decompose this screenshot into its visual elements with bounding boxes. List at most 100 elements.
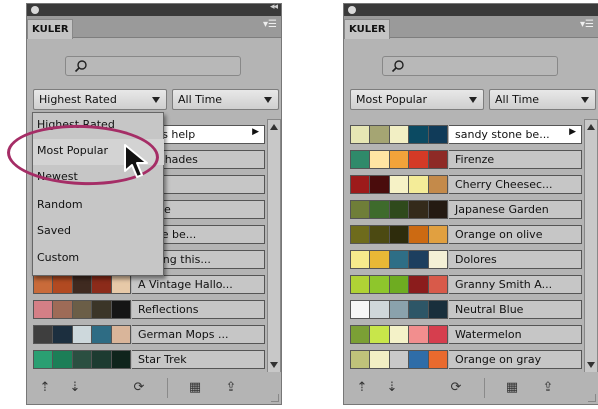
color-swatch (34, 276, 54, 293)
color-swatch (428, 326, 448, 343)
resize-grip[interactable] (588, 394, 596, 402)
theme-name: Japanese Garden (449, 200, 582, 219)
upload-icon[interactable]: ⇪ (540, 380, 556, 396)
color-swatch (370, 201, 390, 218)
panel-menu-icon[interactable]: ▾☰ (580, 19, 594, 30)
chevron-down-icon (581, 97, 589, 103)
chevron-down-icon (469, 97, 477, 103)
theme-swatches (350, 175, 448, 194)
theme-row[interactable]: Neutral Blue (350, 300, 582, 319)
move-up-icon[interactable]: ⇡ (37, 380, 53, 396)
time-dropdown[interactable]: All Time (172, 89, 279, 110)
scroll-up-icon[interactable] (587, 124, 595, 130)
sort-menu-item[interactable]: Random (33, 193, 164, 219)
collapse-icon[interactable]: ◂◂ (270, 2, 278, 12)
color-swatch (370, 301, 390, 318)
scroll-down-icon[interactable] (587, 362, 595, 368)
color-swatch (389, 326, 410, 343)
color-swatch (428, 226, 448, 243)
color-swatch (111, 301, 131, 318)
move-up-icon[interactable]: ⇡ (354, 380, 370, 396)
sort-menu-item[interactable]: Custom (33, 246, 164, 272)
tab-kuler[interactable]: KULER (344, 19, 390, 39)
color-swatch (34, 351, 54, 368)
theme-row[interactable]: Firenze (350, 150, 582, 169)
color-swatch (351, 151, 371, 168)
theme-name: Orange on gray (449, 350, 582, 369)
color-swatch (351, 251, 371, 268)
color-swatch (428, 201, 448, 218)
color-swatch (428, 176, 448, 193)
theme-row[interactable]: Reflections (33, 300, 265, 319)
theme-swatches (350, 200, 448, 219)
theme-list: sandy stone be... ▶ Firenze Cherry Chees… (350, 119, 598, 373)
color-swatch (111, 351, 131, 368)
theme-name: Watermelon (449, 325, 582, 344)
theme-row[interactable]: Dolores (350, 250, 582, 269)
close-icon[interactable] (31, 6, 39, 14)
theme-name: Orange on olive (449, 225, 582, 244)
theme-row[interactable]: A Vintage Hallo... (33, 275, 265, 294)
theme-row[interactable]: German Mops ... (33, 325, 265, 344)
refresh-icon[interactable]: ⟳ (131, 380, 147, 396)
close-icon[interactable] (348, 6, 356, 14)
search-input[interactable] (382, 56, 558, 76)
color-swatch (111, 276, 131, 293)
color-swatch (53, 301, 73, 318)
play-arrow-icon[interactable]: ▶ (569, 127, 576, 137)
upload-icon[interactable]: ⇪ (223, 380, 239, 396)
color-swatch (409, 276, 429, 293)
sort-dropdown[interactable]: Most Popular (350, 89, 484, 110)
color-swatch (351, 201, 371, 218)
scroll-up-icon[interactable] (270, 124, 278, 130)
add-to-swatches-icon[interactable]: ▦ (504, 380, 520, 396)
tab-kuler[interactable]: KULER (27, 19, 73, 39)
chevron-down-icon (264, 97, 272, 103)
search-input[interactable] (65, 56, 241, 76)
panel-titlebar[interactable] (344, 4, 598, 16)
theme-name: Reflections (132, 300, 265, 319)
theme-row[interactable]: Watermelon (350, 325, 582, 344)
theme-row[interactable]: Granny Smith A... (350, 275, 582, 294)
theme-row[interactable]: Orange on gray (350, 350, 582, 369)
theme-row[interactable]: Japanese Garden (350, 200, 582, 219)
color-swatch (72, 326, 93, 343)
theme-name: German Mops ... (132, 325, 265, 344)
theme-row[interactable]: Orange on olive (350, 225, 582, 244)
scrollbar[interactable] (267, 119, 281, 373)
color-swatch (92, 326, 112, 343)
move-down-icon[interactable]: ⇣ (384, 380, 400, 396)
theme-row[interactable]: Cherry Cheesec... (350, 175, 582, 194)
sort-dropdown-value: Highest Rated (39, 93, 117, 106)
panel-tabstrip: KULER ▾☰ (344, 16, 598, 39)
color-swatch (53, 351, 73, 368)
color-swatch (389, 351, 410, 368)
color-swatch (370, 126, 390, 143)
scrollbar[interactable] (584, 119, 598, 373)
theme-swatches (350, 350, 448, 369)
color-swatch (428, 251, 448, 268)
theme-name: Firenze (449, 150, 582, 169)
time-dropdown[interactable]: All Time (489, 89, 596, 110)
toolbar-divider (484, 378, 485, 398)
sort-menu-item[interactable]: Saved (33, 219, 164, 245)
color-swatch (351, 176, 371, 193)
move-down-icon[interactable]: ⇣ (67, 380, 83, 396)
refresh-icon[interactable]: ⟳ (448, 380, 464, 396)
time-dropdown-value: All Time (178, 93, 223, 106)
scroll-down-icon[interactable] (270, 362, 278, 368)
theme-row[interactable]: Star Trek (33, 350, 265, 369)
sort-dropdown[interactable]: Highest Rated (33, 89, 167, 110)
sort-dropdown-value: Most Popular (356, 93, 428, 106)
panel-toolbar: ⇡ ⇣ ⟳ ▦ ⇪ (344, 372, 598, 404)
color-swatch (428, 151, 448, 168)
color-swatch (72, 351, 93, 368)
resize-grip[interactable] (271, 394, 279, 402)
panel-titlebar[interactable]: ◂◂ (27, 2, 281, 16)
add-to-swatches-icon[interactable]: ▦ (187, 380, 203, 396)
color-swatch (351, 326, 371, 343)
play-arrow-icon[interactable]: ▶ (252, 127, 259, 137)
theme-row[interactable]: sandy stone be... ▶ (350, 125, 582, 144)
panel-menu-icon[interactable]: ▾☰ (263, 19, 277, 30)
theme-swatches (33, 325, 131, 344)
